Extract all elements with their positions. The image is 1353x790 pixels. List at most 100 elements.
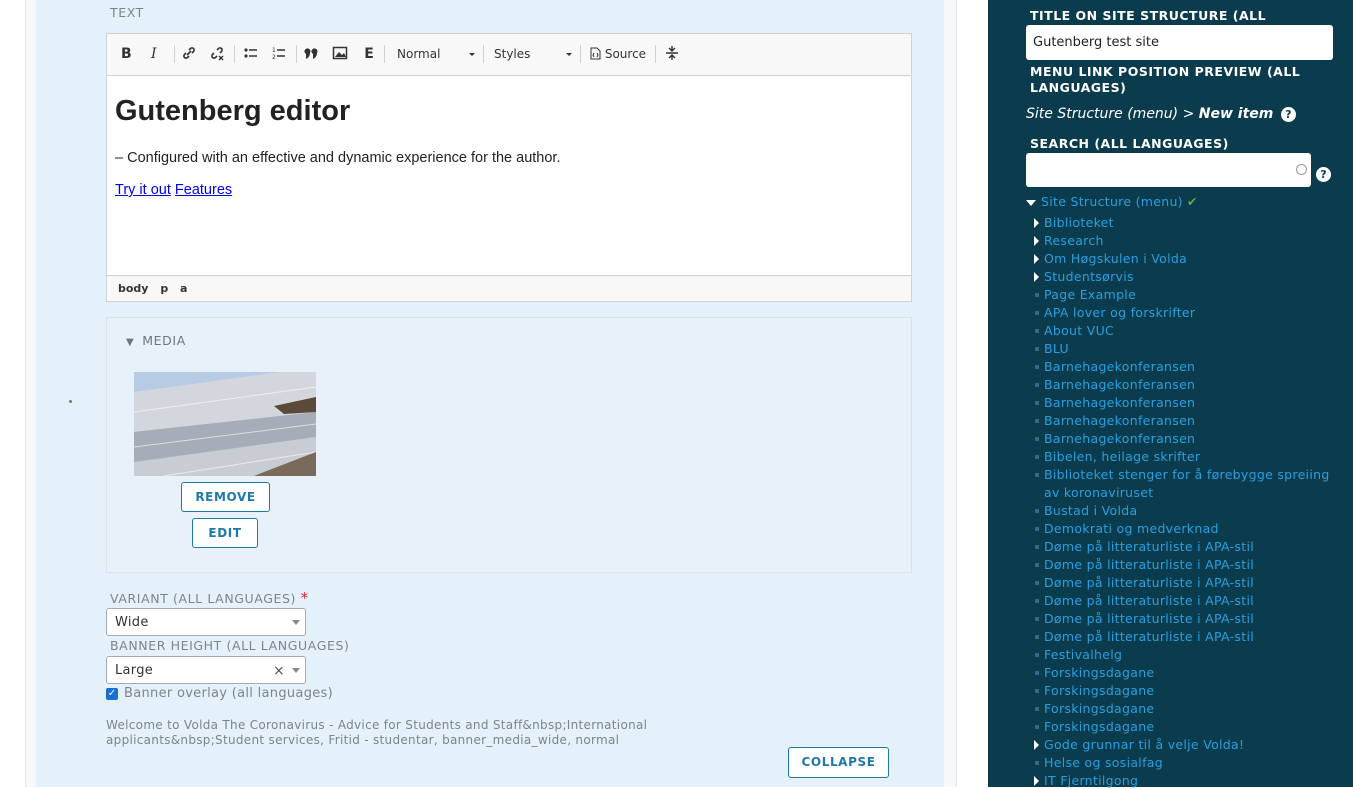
tree-item[interactable]: Barnehagekonferansen xyxy=(1035,358,1344,376)
tree-item[interactable]: Døme på litteraturliste i APA-stil xyxy=(1035,556,1344,574)
caret-right-icon[interactable] xyxy=(1034,236,1039,246)
variant-select[interactable]: Wide xyxy=(106,608,306,636)
banner-height-select[interactable]: Large × xyxy=(106,656,306,684)
italic-button[interactable]: I xyxy=(151,45,157,63)
collapse-button[interactable]: COLLAPSE xyxy=(788,747,889,778)
tree-item-label: IT Fjerntilgong xyxy=(1044,773,1139,788)
tree-item[interactable]: Bibelen, heilage skrifter xyxy=(1035,448,1344,466)
tree-item[interactable]: Døme på litteraturliste i APA-stil xyxy=(1035,538,1344,556)
tree-item-label: About VUC xyxy=(1044,323,1115,338)
caret-right-icon[interactable] xyxy=(1034,254,1039,264)
variant-label: VARIANT (ALL LANGUAGES) * xyxy=(110,589,309,607)
chevron-down-icon xyxy=(292,668,300,673)
bullet-icon xyxy=(1035,527,1039,531)
tree-item[interactable]: Research xyxy=(1034,232,1344,250)
banner-overlay-checkbox[interactable]: ✓ xyxy=(106,688,118,700)
search-input[interactable] xyxy=(1026,153,1311,187)
tree-item-label: Barnehagekonferansen xyxy=(1044,431,1196,446)
tree-item[interactable]: Biblioteket xyxy=(1034,214,1344,232)
caret-right-icon[interactable] xyxy=(1034,272,1039,282)
tree-item-label: Om Høgskulen i Volda xyxy=(1044,251,1188,266)
caret-right-icon[interactable] xyxy=(1034,218,1039,228)
bullet-icon xyxy=(1035,545,1039,549)
media-fieldset: ▼ MEDIA REMOVE EDIT xyxy=(106,317,912,573)
content-heading: Gutenberg editor xyxy=(115,95,351,127)
tree-item[interactable]: BLU xyxy=(1035,340,1344,358)
tree-item[interactable]: IT Fjerntilgong xyxy=(1034,772,1344,790)
clear-icon[interactable]: × xyxy=(273,657,285,685)
tree-item-label: Demokrati og medverknad xyxy=(1044,521,1219,536)
search-label: SEARCH (ALL LANGUAGES) xyxy=(1030,136,1229,151)
tree-item[interactable]: Døme på litteraturliste i APA-stil xyxy=(1035,592,1344,610)
tree-item[interactable]: Forskingsdagane xyxy=(1035,664,1344,682)
tree-item[interactable]: Døme på litteraturliste i APA-stil xyxy=(1035,628,1344,646)
unlink-icon[interactable] xyxy=(208,45,226,63)
tree-item[interactable]: Forskingsdagane xyxy=(1035,700,1344,718)
media-toggle[interactable]: ▼ MEDIA xyxy=(126,333,186,348)
remove-media-button[interactable]: REMOVE xyxy=(181,482,270,512)
path-a[interactable]: a xyxy=(180,282,187,295)
path-body[interactable]: body xyxy=(118,282,148,295)
numbered-list-icon[interactable]: 12 xyxy=(270,45,288,63)
image-icon[interactable] xyxy=(331,45,349,63)
media-thumbnail xyxy=(134,372,316,476)
help-icon[interactable]: ? xyxy=(1280,107,1296,122)
bullet-icon xyxy=(1035,473,1039,477)
sidebar: TITLE ON SITE STRUCTURE (ALL LANGUAGES) … xyxy=(988,0,1353,790)
tree-item[interactable]: Biblioteket stenger for å førebygge spre… xyxy=(1035,466,1344,502)
styles-select[interactable]: Styles xyxy=(494,44,572,64)
tree-item-label: Studentsørvis xyxy=(1044,269,1134,284)
bullet-icon xyxy=(1035,599,1039,603)
source-button[interactable]: Source xyxy=(590,44,650,64)
blockquote-icon[interactable] xyxy=(303,45,321,63)
tree-item-label: Festivalhelg xyxy=(1044,647,1123,662)
caret-down-icon: ▼ xyxy=(126,337,135,348)
tree-item[interactable]: Barnehagekonferansen xyxy=(1035,376,1344,394)
tree-item[interactable]: Bustad i Volda xyxy=(1035,502,1344,520)
tree-root[interactable]: Site Structure (menu) ✔ xyxy=(1026,194,1198,209)
chevron-down-icon xyxy=(292,620,300,625)
tree-item-label: Bibelen, heilage skrifter xyxy=(1044,449,1201,464)
bullet-icon xyxy=(1035,653,1039,657)
drag-handle[interactable] xyxy=(69,400,72,403)
edit-media-button[interactable]: EDIT xyxy=(192,518,258,548)
bullet-icon xyxy=(1035,383,1039,387)
tree-item-label: APA lover og forskrifter xyxy=(1044,305,1196,320)
site-structure-title-input[interactable]: Gutenberg test site xyxy=(1026,25,1333,60)
path-p[interactable]: p xyxy=(160,282,168,295)
editor-content[interactable]: Gutenberg editor – Configured with an ef… xyxy=(107,75,911,275)
caret-right-icon[interactable] xyxy=(1034,740,1039,750)
tree-item[interactable]: Om Høgskulen i Volda xyxy=(1034,250,1344,268)
content-paragraph: – Configured with an effective and dynam… xyxy=(115,150,561,166)
tree-item[interactable]: APA lover og forskrifter xyxy=(1035,304,1344,322)
features-link[interactable]: Features xyxy=(175,182,232,198)
tree-item[interactable]: Demokrati og medverknad xyxy=(1035,520,1344,538)
search-help-icon[interactable]: ? xyxy=(1316,167,1331,182)
bold-button[interactable]: B xyxy=(121,45,132,63)
tree-item[interactable]: Forskingsdagane xyxy=(1035,682,1344,700)
tree-item[interactable]: About VUC xyxy=(1035,322,1344,340)
tree-item[interactable]: Døme på litteraturliste i APA-stil xyxy=(1035,574,1344,592)
tree-item[interactable]: Barnehagekonferansen xyxy=(1035,430,1344,448)
tree-item[interactable]: Forskingsdagane xyxy=(1035,718,1344,736)
tree-item[interactable]: Festivalhelg xyxy=(1035,646,1344,664)
tree-item[interactable]: Gode grunnar til å velje Volda! xyxy=(1034,736,1344,754)
horizontal-rule-icon[interactable] xyxy=(664,45,680,63)
link-icon[interactable] xyxy=(180,45,198,63)
bulleted-list-icon[interactable] xyxy=(242,45,260,63)
bullet-icon xyxy=(1035,761,1039,765)
tree-item[interactable]: Helse og sosialfag xyxy=(1035,754,1344,772)
tree-item[interactable]: Studentsørvis xyxy=(1034,268,1344,286)
caret-right-icon[interactable] xyxy=(1034,776,1039,786)
tree-item[interactable]: Page Example xyxy=(1035,286,1344,304)
tree-item-label: Barnehagekonferansen xyxy=(1044,413,1196,428)
tree-item[interactable]: Barnehagekonferansen xyxy=(1035,412,1344,430)
format-select[interactable]: Normal xyxy=(397,44,475,64)
tree-item[interactable]: Barnehagekonferansen xyxy=(1035,394,1344,412)
bullet-icon xyxy=(1035,563,1039,567)
menu-link-preview: Site Structure (menu) > New item ? xyxy=(1026,106,1296,122)
embed-icon[interactable]: E xyxy=(360,45,378,63)
tree-item[interactable]: Døme på litteraturliste i APA-stil xyxy=(1035,610,1344,628)
bullet-icon xyxy=(1035,311,1039,315)
try-it-out-link[interactable]: Try it out xyxy=(115,182,171,198)
